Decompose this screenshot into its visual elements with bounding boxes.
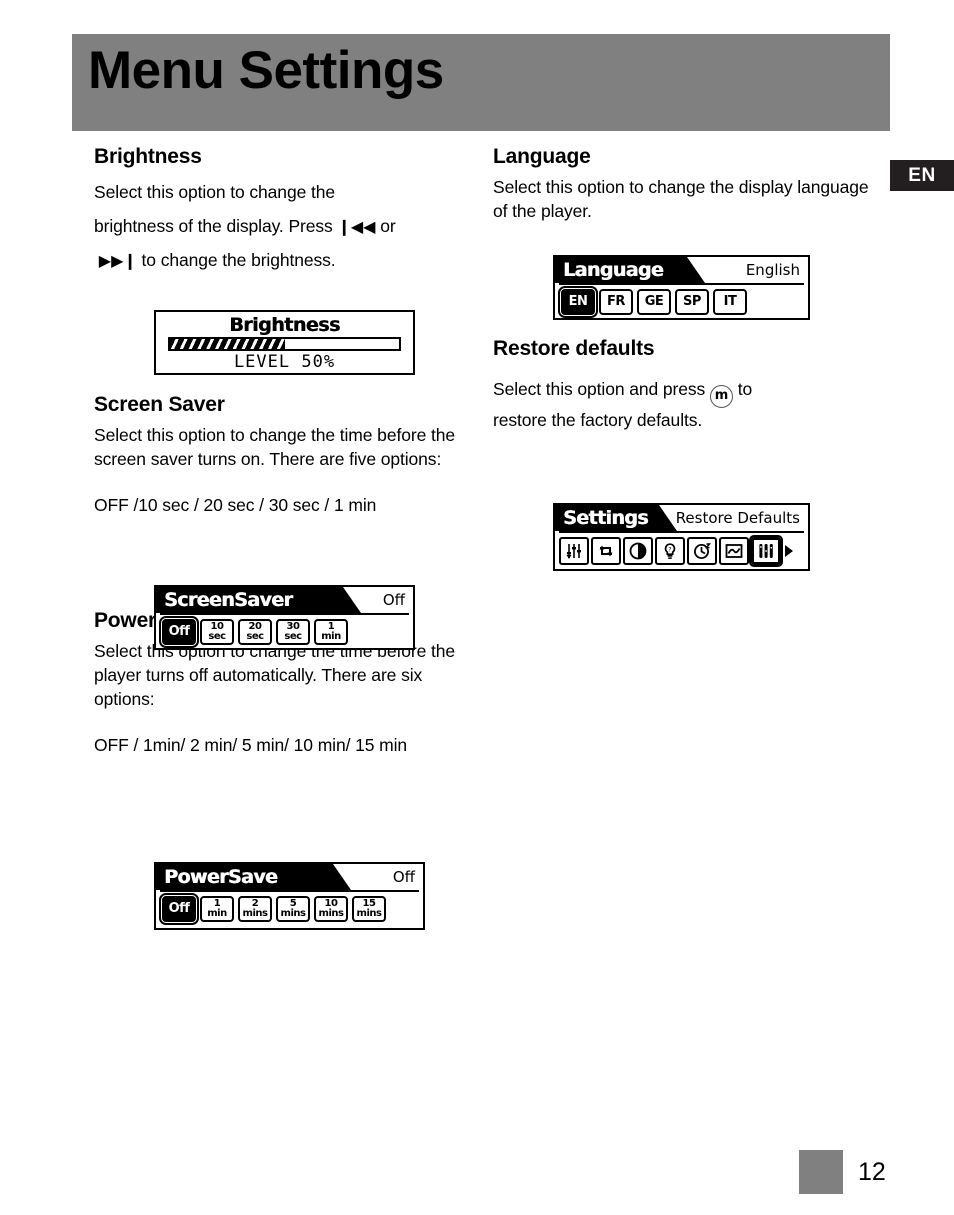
brightness-text-line2: brightness of the display. Press	[94, 216, 333, 237]
option-label-secondary: min	[207, 908, 227, 919]
lcd-screen-powersave: PowerSave Off Off 1 min 2 mins 5 mins 10 mins 15 m…	[154, 862, 425, 930]
option-label-primary: Off	[168, 901, 190, 916]
powersave-option-off[interactable]: Off	[159, 893, 199, 925]
brightness-progress-fill	[170, 339, 285, 349]
lcd-screen-language: Language English EN FR GE SP IT	[553, 255, 810, 320]
lcd-settings-value: Restore Defaults	[675, 509, 800, 527]
restore-text-line2: restore the factory defaults.	[493, 410, 703, 431]
option-label-primary: Off	[168, 624, 190, 639]
brightness-text-line3: to change the brightness.	[141, 250, 336, 271]
lcd-screen-brightness: Brightness LEVEL 50%	[154, 310, 415, 375]
option-label-primary: FR	[607, 294, 625, 309]
section-title-restore-defaults: Restore defaults	[493, 337, 655, 361]
option-label-secondary: mins	[280, 908, 306, 919]
lcd-screen-screensaver: ScreenSaver Off Off 10 sec 20 sec 30 sec 1 min	[154, 585, 415, 650]
lcd-powersave-option-row: Off 1 min 2 mins 5 mins 10 mins 15 mins	[156, 892, 423, 926]
lcd-brightness-title: Brightness	[229, 314, 340, 336]
option-label-secondary: sec	[284, 631, 302, 642]
powersave-option-10mins[interactable]: 10 mins	[314, 896, 348, 922]
powersave-option-15mins[interactable]: 15 mins	[352, 896, 386, 922]
next-track-icon: ▶▶❙	[98, 253, 137, 271]
language-badge-label: EN	[908, 164, 936, 186]
language-option-en[interactable]: EN	[558, 286, 598, 318]
page-number: 12	[858, 1158, 886, 1186]
option-label-secondary: min	[321, 631, 341, 642]
language-option-sp[interactable]: SP	[675, 289, 709, 315]
option-label-secondary: mins	[318, 908, 344, 919]
previous-track-icon: ❙◀◀	[337, 219, 376, 237]
sleep-timer-icon[interactable]	[687, 537, 717, 565]
option-label-secondary: sec	[208, 631, 226, 642]
contrast-icon[interactable]	[623, 537, 653, 565]
screensaver-option-1min[interactable]: 1 min	[314, 619, 348, 645]
page-title: Menu Settings	[88, 41, 444, 100]
restore-defaults-description: Select this option and press m to restor…	[493, 377, 873, 432]
screen-saver-options-line: OFF /10 sec / 20 sec / 30 sec / 1 min	[94, 494, 377, 515]
section-title-brightness: Brightness	[94, 145, 202, 168]
lcd-language-option-row: EN FR GE SP IT	[555, 285, 808, 319]
brightness-text-line1: Select this option to change the	[94, 182, 335, 202]
lcd-settings-icon-row: ?	[555, 533, 808, 569]
option-label-secondary: mins	[242, 908, 268, 919]
option-label-primary: GE	[644, 294, 664, 309]
section-title-language: Language	[493, 145, 591, 168]
powersave-option-2mins[interactable]: 2 mins	[238, 896, 272, 922]
restore-text-a: Select this option and press	[493, 379, 706, 400]
lcd-language-title: Language	[563, 259, 664, 281]
left-column: Brightness Select this option to change …	[94, 145, 474, 757]
brightness-description: Select this option to change the brightn…	[94, 175, 474, 278]
restore-defaults-icon[interactable]	[749, 535, 783, 567]
restore-text-b: to	[737, 379, 753, 400]
menu-button-icon: m	[709, 385, 733, 409]
lcd-powersave-title: PowerSave	[164, 866, 278, 888]
language-option-it[interactable]: IT	[713, 289, 747, 315]
brightness-text-or: or	[380, 216, 396, 237]
option-label-primary: SP	[683, 294, 701, 309]
footer-decoration-block	[799, 1150, 843, 1194]
screensaver-option-30sec[interactable]: 30 sec	[276, 619, 310, 645]
repeat-icon[interactable]	[591, 537, 621, 565]
language-option-fr[interactable]: FR	[599, 289, 633, 315]
lcd-brightness-level-label: LEVEL 50%	[233, 352, 336, 372]
screen-saver-description: Select this option to change the time be…	[94, 424, 455, 469]
svg-text:?: ?	[668, 547, 671, 554]
section-title-screen-saver: Screen Saver	[94, 392, 225, 416]
lcd-language-value: English	[745, 261, 800, 279]
language-description: Select this option to change the display…	[493, 177, 869, 222]
option-label-primary: EN	[568, 294, 588, 309]
option-label-primary: IT	[723, 294, 737, 309]
screensaver-option-10sec[interactable]: 10 sec	[200, 619, 234, 645]
lcd-screensaver-value: Off	[382, 591, 405, 609]
option-label-secondary: mins	[356, 908, 382, 919]
powersave-option-5mins[interactable]: 5 mins	[276, 896, 310, 922]
equalizer-icon[interactable]	[559, 537, 589, 565]
lcd-screen-settings: Settings Restore Defaults ?	[553, 503, 810, 571]
option-label-secondary: sec	[246, 631, 264, 642]
brightness-progress-bar	[168, 337, 401, 351]
more-options-arrow-icon[interactable]	[785, 545, 793, 557]
lcd-powersave-titlebar: PowerSave Off	[156, 864, 423, 890]
lcd-powersave-value: Off	[392, 868, 415, 886]
lcd-settings-title: Settings	[563, 507, 648, 529]
screensaver-option-20sec[interactable]: 20 sec	[238, 619, 272, 645]
screen-saver-icon[interactable]	[719, 537, 749, 565]
powersave-option-1min[interactable]: 1 min	[200, 896, 234, 922]
lcd-screensaver-title: ScreenSaver	[164, 589, 293, 611]
language-option-ge[interactable]: GE	[637, 289, 671, 315]
language-badge: EN	[890, 160, 954, 191]
lcd-settings-titlebar: Settings Restore Defaults	[555, 505, 808, 531]
backlight-bulb-icon[interactable]: ?	[655, 537, 685, 565]
power-save-options-line: OFF / 1min/ 2 min/ 5 min/ 10 min/ 15 min	[94, 735, 408, 756]
lcd-screensaver-titlebar: ScreenSaver Off	[156, 587, 413, 613]
lcd-screensaver-option-row: Off 10 sec 20 sec 30 sec 1 min	[156, 615, 413, 649]
lcd-language-titlebar: Language English	[555, 257, 808, 283]
screensaver-option-off[interactable]: Off	[159, 616, 199, 648]
